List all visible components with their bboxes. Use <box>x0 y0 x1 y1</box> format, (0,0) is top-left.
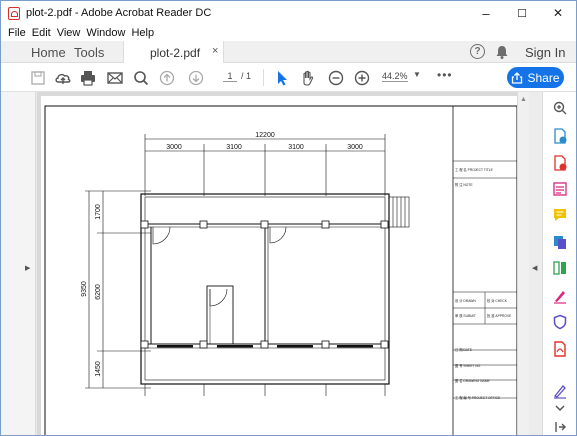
acrobat-app-icon <box>8 6 20 20</box>
window-title: plot-2.pdf - Adobe Acrobat Reader DC <box>26 7 212 19</box>
menu-view[interactable]: View <box>54 27 84 39</box>
zoom-out-icon[interactable] <box>327 69 345 87</box>
next-page-icon[interactable] <box>187 69 205 87</box>
vertical-scrollbar[interactable]: ▲ <box>518 92 529 435</box>
tools-pane <box>542 92 576 435</box>
title-block-drawn: 设 计 DRAWN <box>455 298 476 303</box>
zoom-tool-icon[interactable] <box>552 100 568 116</box>
title-block-submit: 审 核 SUBMIT <box>455 313 476 318</box>
title-bar: plot-2.pdf - Adobe Acrobat Reader DC – ☐… <box>1 1 576 25</box>
sign-in-link[interactable]: Sign In <box>525 45 565 60</box>
title-block-project-title: 工 程 名 PROJECT TITLE <box>455 167 494 172</box>
share-icon <box>511 71 523 84</box>
more-tools-icon[interactable]: ••• <box>437 68 453 82</box>
edit-pdf-icon[interactable] <box>552 181 568 197</box>
email-icon[interactable] <box>106 69 124 87</box>
share-button[interactable]: Share <box>507 67 564 88</box>
previous-page-icon[interactable] <box>158 69 176 87</box>
floor-plan-drawing: 工 程 名 PROJECT TITLE 附 注 NOTE 设 计 DRAWN 校… <box>44 105 517 435</box>
title-block-check: 校 对 CHECK <box>487 298 508 303</box>
tab-close-button[interactable]: × <box>212 45 218 57</box>
cloud-upload-icon[interactable] <box>54 69 72 87</box>
minimize-button[interactable]: – <box>468 1 504 25</box>
tab-document-label: plot-2.pdf <box>150 46 201 60</box>
collapse-right-panel-icon[interactable]: ◀ <box>532 264 537 272</box>
left-panel-collapsed: ▶ <box>1 92 36 435</box>
title-block-project-office: 工 程 编 号 PROJECT OFFICE <box>455 395 501 400</box>
workspace: ▶ 工 程 名 PROJECT TITLE 附 注 NOTE 设 计 DRAWN… <box>1 92 576 435</box>
hand-tool-icon[interactable] <box>299 69 317 87</box>
page-number-input[interactable]: 1 <box>223 71 237 82</box>
fill-sign-icon[interactable] <box>552 288 568 304</box>
print-icon[interactable] <box>79 69 97 87</box>
search-icon[interactable] <box>132 69 150 87</box>
zoom-level-input[interactable]: 44.2% <box>382 71 408 82</box>
dimension-overall-width: 12200 <box>255 132 275 139</box>
dimension-height-2: 6200 <box>95 284 102 300</box>
close-window-button[interactable]: ✕ <box>540 1 576 25</box>
organize-pages-icon[interactable] <box>552 260 568 276</box>
menu-file[interactable]: File <box>5 27 29 39</box>
main-toolbar: 1 / 1 44.2% ▼ ••• Share <box>1 63 576 92</box>
dimension-overall-height: 9350 <box>81 281 88 297</box>
select-cursor-icon[interactable] <box>273 69 291 87</box>
expand-left-panel-icon[interactable]: ▶ <box>25 264 30 272</box>
comment-icon[interactable] <box>552 207 568 223</box>
page-total: / 1 <box>241 71 252 81</box>
menu-help[interactable]: Help <box>128 27 157 39</box>
maximize-button[interactable]: ☐ <box>504 1 540 25</box>
title-block-sheet-no: 图 号 SHEET NO. <box>455 363 481 368</box>
document-view[interactable]: 工 程 名 PROJECT TITLE 附 注 NOTE 设 计 DRAWN 校… <box>37 92 529 435</box>
menu-edit[interactable]: Edit <box>29 27 54 39</box>
request-signature-icon[interactable] <box>552 383 568 399</box>
title-block-drawing-name: 图 名 DRAWING NAME <box>455 378 490 383</box>
tab-tools[interactable]: Tools <box>74 45 104 60</box>
right-panel-toggle-strip: ◀ <box>529 92 542 435</box>
zoom-dropdown-chevron-icon[interactable]: ▼ <box>413 70 421 79</box>
dimension-bay-2: 3100 <box>226 144 242 151</box>
protect-shield-icon[interactable] <box>552 314 568 330</box>
dimension-bay-3: 3100 <box>288 144 304 151</box>
menu-window[interactable]: Window <box>83 27 128 39</box>
create-pdf-icon[interactable] <box>552 155 568 171</box>
collapse-tools-pane-icon[interactable] <box>552 419 568 435</box>
toolbar-divider <box>263 69 264 86</box>
tab-home[interactable]: Home <box>31 45 66 60</box>
scroll-up-icon[interactable]: ▲ <box>520 96 527 103</box>
save-icon[interactable] <box>29 69 47 87</box>
window-controls: – ☐ ✕ <box>468 1 576 25</box>
title-block-approve: 批 准 APPROVE <box>487 313 512 318</box>
help-icon[interactable]: ? <box>470 44 485 59</box>
dimension-bay-1: 3000 <box>166 144 182 151</box>
tab-bar: Home Tools plot-2.pdf × ? Sign In <box>1 41 576 63</box>
combine-files-icon[interactable] <box>552 234 568 250</box>
title-block-date: 日 期 DATE <box>455 347 473 352</box>
pdf-page: 工 程 名 PROJECT TITLE 附 注 NOTE 设 计 DRAWN 校… <box>41 96 517 435</box>
dimension-height-3: 1450 <box>95 361 102 377</box>
dimension-height-1: 1700 <box>95 204 102 220</box>
acrobat-window: plot-2.pdf - Adobe Acrobat Reader DC – ☐… <box>0 0 577 436</box>
chevron-down-icon[interactable] <box>552 400 568 416</box>
dimension-bay-4: 3000 <box>347 144 363 151</box>
zoom-in-icon[interactable] <box>353 69 371 87</box>
title-block-note: 附 注 NOTE <box>455 182 473 187</box>
menu-bar: File Edit View Window Help <box>1 25 157 41</box>
share-button-label: Share <box>527 70 560 85</box>
notifications-bell-icon[interactable] <box>494 44 510 60</box>
tab-document[interactable]: plot-2.pdf × <box>123 41 224 63</box>
export-pdf-icon[interactable] <box>552 128 568 144</box>
adobe-pdf-icon[interactable] <box>552 341 568 357</box>
